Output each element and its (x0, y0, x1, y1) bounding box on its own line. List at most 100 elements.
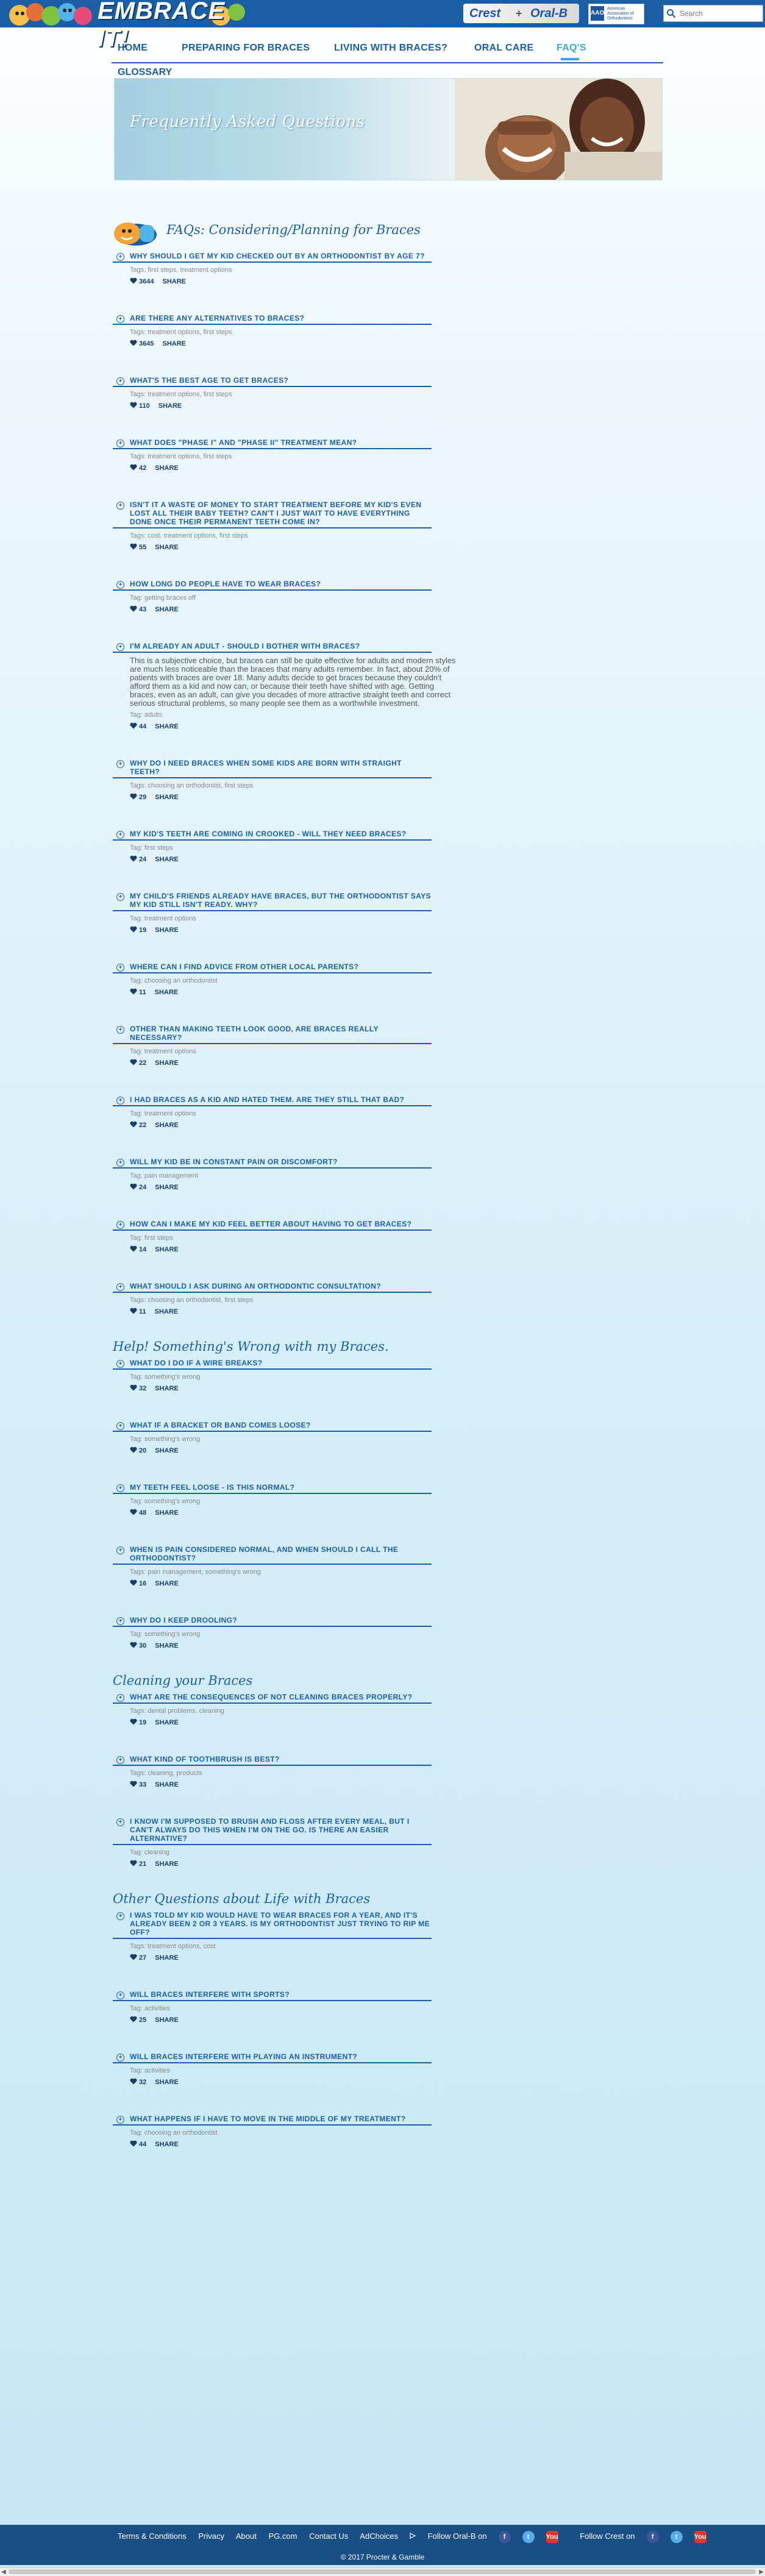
share-button[interactable]: SHARE (155, 794, 179, 801)
youtube-icon[interactable]: You (546, 2531, 558, 2543)
expand-icon[interactable]: + (116, 1026, 124, 1034)
share-button[interactable]: SHARE (155, 1184, 179, 1191)
footer-link-about[interactable]: About (236, 2532, 257, 2541)
share-button[interactable]: SHARE (162, 278, 186, 285)
footer-link-contact[interactable]: Contact Us (309, 2532, 348, 2541)
share-button[interactable]: SHARE (155, 723, 179, 730)
expand-icon[interactable]: + (116, 1360, 124, 1368)
expand-icon[interactable]: + (116, 1818, 124, 1826)
expand-icon[interactable]: + (116, 1756, 124, 1764)
heart-icon[interactable] (130, 1579, 137, 1586)
faq-question[interactable]: + What if a bracket or band comes loose? (113, 1421, 432, 1432)
share-button[interactable]: SHARE (155, 1059, 179, 1067)
expand-icon[interactable]: + (116, 1097, 124, 1105)
footer-link-pgcom[interactable]: PG.com (268, 2532, 297, 2541)
heart-icon[interactable] (130, 402, 137, 408)
share-button[interactable]: SHARE (155, 1954, 179, 1962)
heart-icon[interactable] (130, 464, 137, 471)
faq-question[interactable]: + My kid's teeth are coming in crooked - … (113, 830, 432, 841)
share-button[interactable]: SHARE (155, 464, 179, 472)
nav-oral-care[interactable]: ORAL CARE (474, 43, 534, 54)
heart-icon[interactable] (130, 1245, 137, 1252)
expand-icon[interactable]: + (116, 1159, 124, 1167)
youtube-icon[interactable]: You (694, 2531, 706, 2543)
share-button[interactable]: SHARE (155, 1860, 179, 1868)
faq-question-text[interactable]: Isn't it a waste of money to start treat… (130, 500, 432, 527)
twitter-icon[interactable]: t (522, 2531, 535, 2543)
faq-question[interactable]: + Are there any alternatives to braces? (113, 314, 432, 325)
heart-icon[interactable] (130, 1509, 137, 1515)
faq-question-text[interactable]: What if a bracket or band comes loose? (130, 1421, 432, 1431)
share-button[interactable]: SHARE (155, 1308, 179, 1315)
faq-question[interactable]: + I'm already an adult - should I bother … (113, 642, 432, 653)
expand-icon[interactable]: + (116, 377, 124, 385)
heart-icon[interactable] (130, 1446, 137, 1453)
share-button[interactable]: SHARE (155, 2016, 179, 2024)
share-button[interactable]: SHARE (155, 1781, 179, 1788)
share-button[interactable]: SHARE (155, 989, 179, 996)
heart-icon[interactable] (130, 1384, 137, 1391)
faq-question[interactable]: + Other than making teeth look good, are … (113, 1025, 432, 1044)
expand-icon[interactable]: + (116, 1991, 124, 1999)
faq-question-text[interactable]: My teeth feel loose - is this normal? (130, 1483, 432, 1493)
expand-icon[interactable]: + (116, 1912, 124, 1920)
heart-icon[interactable] (130, 1308, 137, 1314)
faq-question-text[interactable]: When is pain considered normal, and when… (130, 1545, 432, 1564)
faq-question[interactable]: + What's the best age to get braces? (113, 376, 432, 387)
faq-question-text[interactable]: Why do I keep drooling? (130, 1616, 432, 1626)
share-button[interactable]: SHARE (155, 1719, 179, 1726)
expand-icon[interactable]: + (116, 1221, 124, 1229)
expand-icon[interactable]: + (116, 2116, 124, 2124)
faq-question[interactable]: + My child's friends already have braces,… (113, 892, 432, 911)
faq-question-text[interactable]: I'm already an adult - should I bother w… (130, 642, 432, 652)
expand-icon[interactable]: + (116, 831, 124, 839)
expand-icon[interactable]: + (116, 893, 124, 901)
aao-logo[interactable]: AAO American Association of Orthodontist… (588, 4, 644, 24)
share-button[interactable]: SHARE (158, 402, 182, 410)
scrollbar-thumb[interactable] (9, 2569, 756, 2574)
twitter-icon[interactable]: t (670, 2531, 683, 2543)
footer-link-adchoices[interactable]: AdChoices (360, 2532, 416, 2541)
faq-question-text[interactable]: Other than making teeth look good, are b… (130, 1025, 432, 1043)
expand-icon[interactable]: + (116, 964, 124, 972)
faq-question[interactable]: + Why do I need braces when some kids are… (113, 759, 432, 778)
faq-question-text[interactable]: What kind of toothbrush is best? (130, 1755, 432, 1765)
expand-icon[interactable]: + (116, 1484, 124, 1492)
faq-question[interactable]: + When is pain considered normal, and whe… (113, 1545, 432, 1565)
share-button[interactable]: SHARE (155, 606, 179, 613)
faq-question[interactable]: + Will braces interfere with sports? (113, 1990, 432, 2001)
faq-question[interactable]: + Why should I get my kid checked out by … (113, 252, 432, 263)
footer-link-privacy[interactable]: Privacy (198, 2532, 224, 2541)
faq-question-text[interactable]: What do I do if a wire breaks? (130, 1359, 432, 1368)
faq-question[interactable]: + What should I ask during an orthodontic… (113, 1282, 432, 1293)
share-button[interactable]: SHARE (155, 1122, 179, 1129)
faq-question-text[interactable]: I was told my kid would have to wear bra… (130, 1911, 432, 1938)
horizontal-scrollbar[interactable]: ◀ ▶ (0, 2567, 765, 2576)
faq-question[interactable]: + I know I'm supposed to brush and floss … (113, 1817, 432, 1845)
faq-question-text[interactable]: My kid's teeth are coming in crooked - w… (130, 830, 432, 839)
faq-question-text[interactable]: Why do I need braces when some kids are … (130, 759, 432, 777)
faq-question[interactable]: + What happens if I have to move in the m… (113, 2115, 432, 2126)
share-button[interactable]: SHARE (155, 544, 179, 551)
crest-oralb-logo[interactable]: Crest + Oral-B (463, 4, 579, 23)
share-button[interactable]: SHARE (155, 1447, 179, 1454)
expand-icon[interactable]: + (116, 439, 124, 447)
heart-icon[interactable] (130, 1860, 137, 1866)
heart-icon[interactable] (130, 277, 137, 284)
faq-question[interactable]: + How can I make my kid feel better about… (113, 1220, 432, 1231)
faq-question-text[interactable]: My child's friends already have braces, … (130, 892, 432, 910)
faq-question-text[interactable]: What should I ask during an orthodontic … (130, 1282, 432, 1292)
heart-icon[interactable] (130, 1642, 137, 1648)
faq-question-text[interactable]: I know I'm supposed to brush and floss a… (130, 1817, 432, 1844)
expand-icon[interactable]: + (116, 2054, 124, 2062)
adchoices-label[interactable]: AdChoices (360, 2532, 398, 2541)
share-button[interactable]: SHARE (155, 856, 179, 863)
heart-icon[interactable] (130, 2016, 137, 2023)
share-button[interactable]: SHARE (155, 1509, 179, 1517)
faq-question-text[interactable]: Will braces interfere with sports? (130, 1990, 432, 2000)
expand-icon[interactable]: + (116, 760, 124, 768)
expand-icon[interactable]: + (116, 643, 124, 651)
faq-question-text[interactable]: Where can I find advice from other local… (130, 962, 432, 972)
faq-question[interactable]: + My teeth feel loose - is this normal? (113, 1483, 432, 1494)
footer-link-terms[interactable]: Terms & Conditions (118, 2532, 187, 2541)
